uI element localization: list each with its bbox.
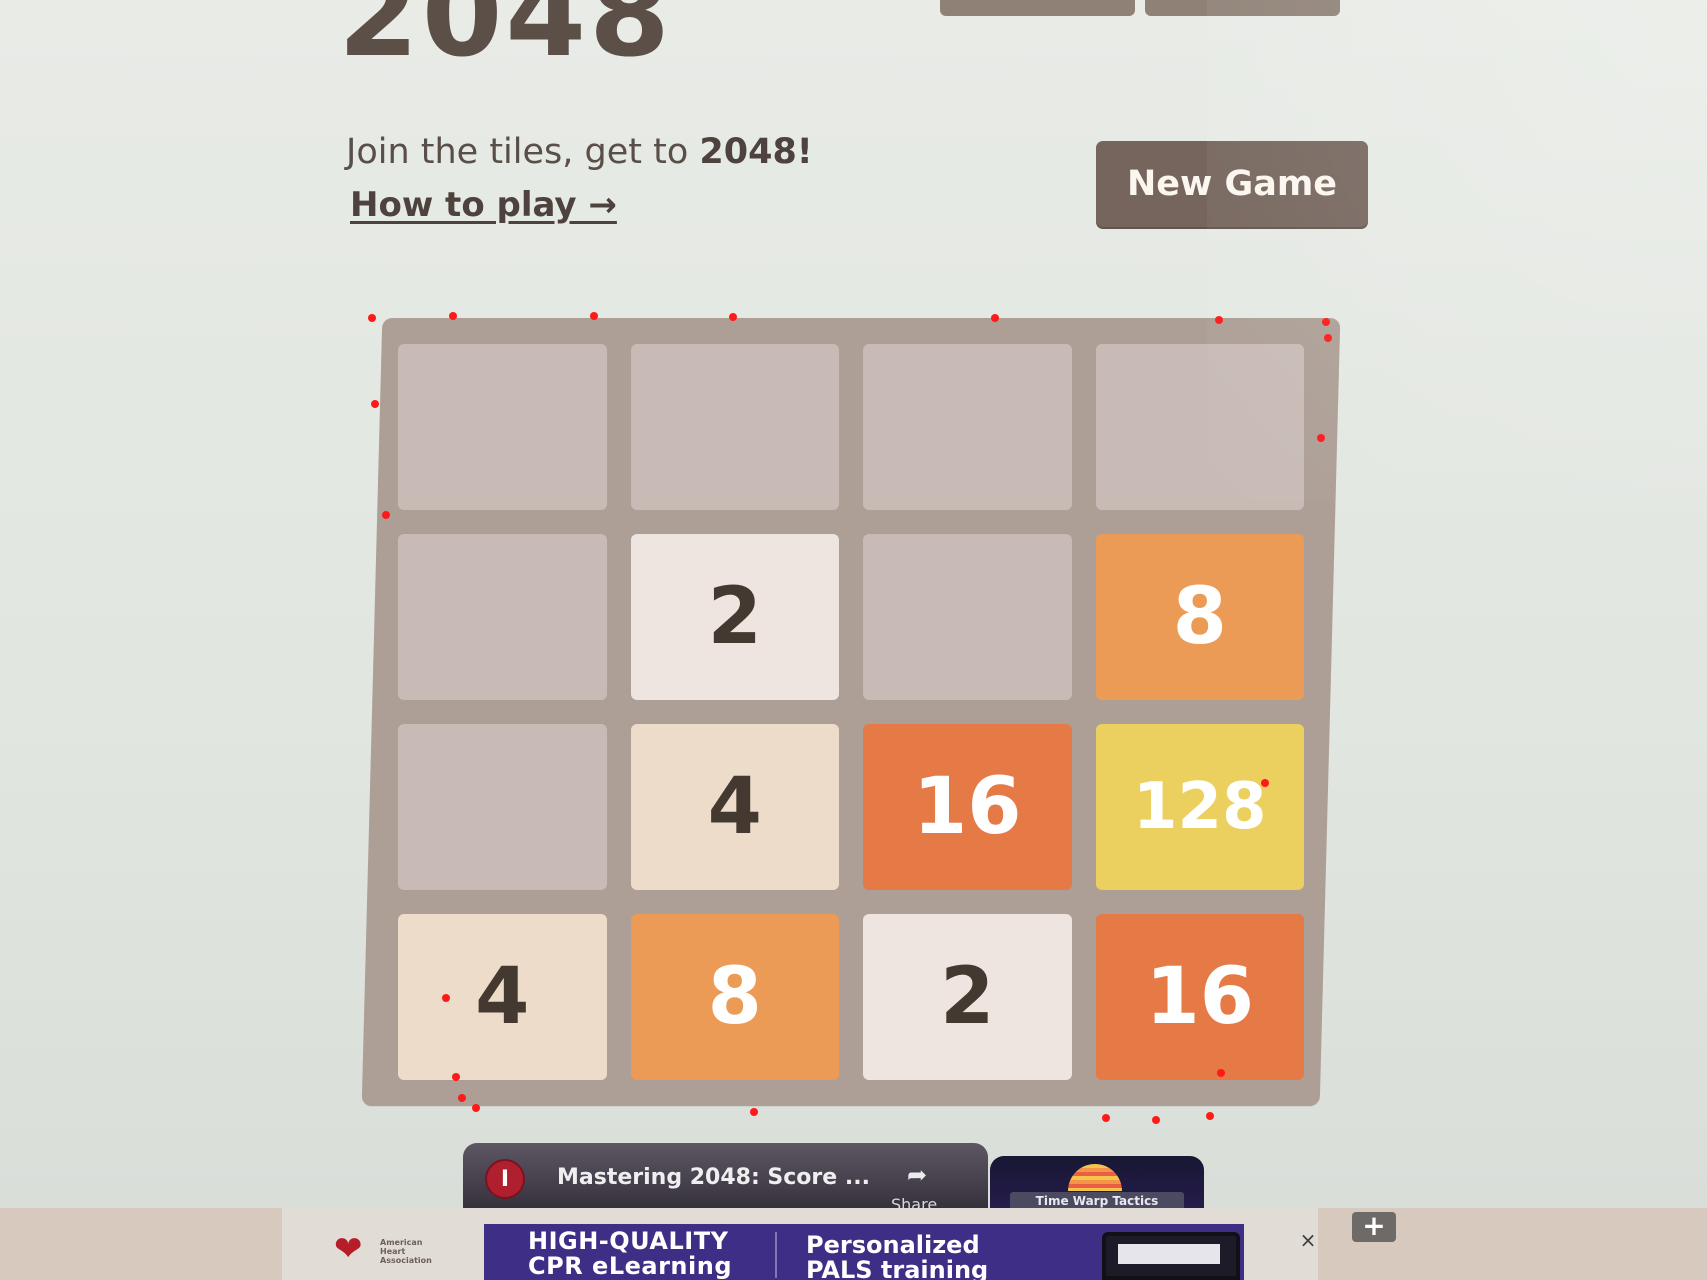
ad-right-line-1: Personalized: [806, 1231, 980, 1259]
marker-dot: [452, 1073, 460, 1081]
tile-r4-c3: 2: [863, 914, 1072, 1080]
tile-r1-c1: [398, 344, 607, 510]
marker-dot: [458, 1094, 466, 1102]
tile-r4-c4: 16: [1095, 914, 1304, 1080]
ad-left-line-1: HIGH-QUALITY: [528, 1227, 729, 1255]
ad-left-line-2: CPR eLearning: [528, 1252, 732, 1280]
tile-r1-c3: [863, 344, 1072, 510]
sunset-icon: [1068, 1164, 1122, 1191]
score-boxes: [940, 0, 1340, 16]
heart-logo-icon: ❤: [334, 1229, 363, 1269]
game-title: 2048: [338, 0, 673, 83]
marker-dot: [729, 313, 737, 321]
ad-left-copy: HIGH-QUALITY CPR eLearning: [528, 1229, 732, 1279]
sponsor-logo-text: American Heart Association: [380, 1238, 432, 1265]
subtitle-prefix: Join the tiles, get to: [346, 132, 700, 172]
game-subtitle: Join the tiles, get to 2048!: [346, 132, 813, 172]
expand-button[interactable]: +: [1352, 1212, 1396, 1242]
ad-right-line-2: PALS training: [806, 1256, 989, 1280]
marker-dot: [1261, 779, 1269, 787]
tile-r3-c2: 4: [630, 724, 839, 890]
marker-dot: [449, 312, 457, 320]
marker-dot: [991, 314, 999, 322]
board-wrapper: 2 8 4 16 128 4 8 2 16: [361, 312, 1341, 1124]
tile-r3-c4: 128: [1095, 724, 1304, 890]
tile-r1-c4: [1095, 344, 1304, 510]
tile-r4-c2: 8: [630, 914, 839, 1080]
ad-banner[interactable]: HIGH-QUALITY CPR eLearning Personalized …: [484, 1224, 1244, 1280]
video-title[interactable]: Mastering 2048: Score ...: [557, 1165, 870, 1190]
score-box: [940, 0, 1135, 16]
marker-dot: [371, 400, 379, 408]
marker-dot: [368, 314, 376, 322]
close-icon[interactable]: ×: [1298, 1230, 1318, 1250]
marker-dot: [442, 994, 450, 1002]
marker-dot: [1206, 1112, 1214, 1120]
marker-dot: [1322, 318, 1330, 326]
monitor-icon: [1102, 1232, 1240, 1280]
tile-r3-c3: 16: [863, 724, 1072, 890]
tile-r2-c3: [863, 534, 1072, 700]
board-grid: 2 8 4 16 128 4 8 2 16: [398, 344, 1304, 1080]
tile-r2-c2: 2: [630, 534, 839, 700]
marker-dot: [1217, 1069, 1225, 1077]
new-game-button[interactable]: New Game: [1096, 141, 1368, 227]
marker-dot: [1215, 316, 1223, 324]
ad-right-copy: Personalized PALS training: [806, 1233, 988, 1280]
tile-r3-c1: [398, 724, 607, 890]
tile-r1-c2: [630, 344, 839, 510]
marker-dot: [750, 1108, 758, 1116]
tile-r2-c4: 8: [1095, 534, 1304, 700]
channel-icon: I: [485, 1159, 525, 1199]
marker-dot: [1317, 434, 1325, 442]
game-page: 2048 Join the tiles, get to 2048! How to…: [0, 0, 1707, 1280]
marker-dot: [1102, 1114, 1110, 1122]
subtitle-highlight: 2048!: [699, 132, 813, 172]
marker-dot: [1324, 334, 1332, 342]
marker-dot: [1152, 1116, 1160, 1124]
share-icon[interactable]: ➦: [907, 1161, 927, 1189]
marker-dot: [590, 312, 598, 320]
best-score-box: [1145, 0, 1340, 16]
ad-divider: [775, 1232, 777, 1278]
tile-r4-c1: 4: [398, 914, 607, 1080]
ad-left-band: [0, 1208, 282, 1280]
marker-dot: [382, 511, 390, 519]
how-to-play-link[interactable]: How to play →: [350, 185, 617, 225]
tile-r2-c1: [398, 534, 607, 700]
marker-dot: [472, 1104, 480, 1112]
